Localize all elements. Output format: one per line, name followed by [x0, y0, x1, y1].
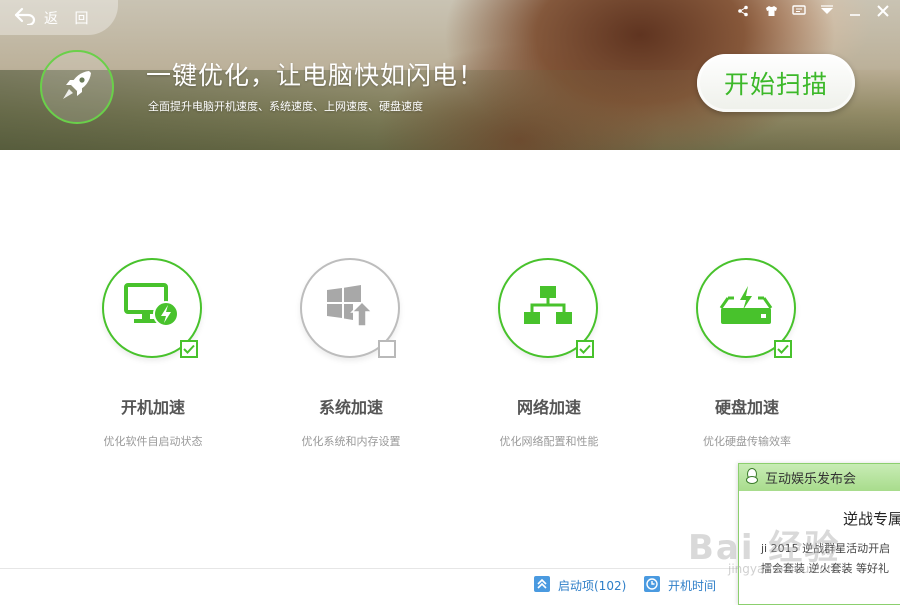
startup-items-label: 启动项(102)	[558, 579, 627, 593]
network-icon	[522, 284, 574, 332]
feature-checkbox-unchecked[interactable]	[378, 340, 396, 358]
message-icon[interactable]	[792, 4, 806, 18]
window-controls	[736, 4, 890, 18]
back-button[interactable]: 返 回	[0, 0, 118, 35]
startup-items-link[interactable]: 启动项(102)	[534, 576, 626, 595]
clock-icon	[644, 576, 660, 595]
feature-desc: 优化系统和内存设置	[301, 435, 401, 448]
feature-desc: 优化硬盘传输效率	[703, 435, 791, 448]
promo-popup[interactable]: 互动娱乐发布会 逆战专属 ji 2015 逆战群星活动开启 擂会套装 逆火套装 …	[738, 463, 900, 605]
feature-disk-speedup[interactable]: 硬盘加速 优化硬盘传输效率	[647, 258, 847, 449]
minimize-icon[interactable]	[848, 4, 862, 18]
feature-title: 网络加速	[516, 398, 581, 417]
header-banner: 返 回 一键优化，让电脑快如闪电！ 全面提升电脑开机速度、系统速度、上网速度、硬…	[0, 0, 900, 150]
feature-title: 开机加速	[120, 398, 185, 417]
skin-icon[interactable]	[764, 4, 778, 18]
menu-icon[interactable]	[820, 4, 834, 18]
feature-system-speedup[interactable]: 系统加速 优化系统和内存设置	[251, 258, 451, 449]
share-icon[interactable]	[736, 4, 750, 18]
double-chevron-up-icon	[534, 576, 550, 595]
promo-popup-header-label: 互动娱乐发布会	[765, 472, 857, 487]
feature-title: 系统加速	[318, 398, 383, 417]
boot-time-label: 开机时间	[668, 579, 717, 593]
promo-line-1: ji 2015 逆战群星活动开启	[761, 542, 891, 555]
windows-upgrade-icon	[325, 284, 375, 332]
feature-checkbox-checked[interactable]	[576, 340, 594, 358]
back-arrow-icon	[14, 7, 36, 29]
feature-checkbox-checked[interactable]	[180, 340, 198, 358]
disk-bolt-icon	[718, 284, 774, 332]
feature-desc: 优化网络配置和性能	[499, 435, 599, 448]
feature-desc: 优化软件自启动状态	[103, 435, 203, 448]
start-scan-button[interactable]: 开始扫描	[697, 54, 855, 112]
monitor-bolt-icon	[124, 283, 180, 333]
feature-icon-wrap	[696, 258, 798, 360]
qq-penguin-icon	[745, 467, 759, 488]
feature-network-speedup[interactable]: 网络加速 优化网络配置和性能	[449, 258, 649, 449]
headline: 一键优化，让电脑快如闪电！	[146, 61, 485, 90]
feature-checkbox-checked[interactable]	[774, 340, 792, 358]
back-label: 返 回	[44, 10, 95, 27]
feature-icon-wrap	[102, 258, 204, 360]
feature-icon-wrap	[498, 258, 600, 360]
promo-popup-header: 互动娱乐发布会	[739, 464, 900, 491]
feature-boot-speedup[interactable]: 开机加速 优化软件自启动状态	[53, 258, 253, 449]
promo-title: 逆战专属	[843, 510, 900, 528]
boot-time-link[interactable]: 开机时间	[644, 576, 716, 595]
close-icon[interactable]	[876, 4, 890, 18]
feature-icon-wrap	[300, 258, 402, 360]
subheadline: 全面提升电脑开机速度、系统速度、上网速度、硬盘速度	[148, 100, 423, 113]
rocket-icon	[59, 67, 95, 107]
promo-line-2: 擂会套装 逆火套装 等好礼	[761, 562, 889, 575]
rocket-badge	[40, 50, 114, 124]
feature-title: 硬盘加速	[714, 398, 779, 417]
